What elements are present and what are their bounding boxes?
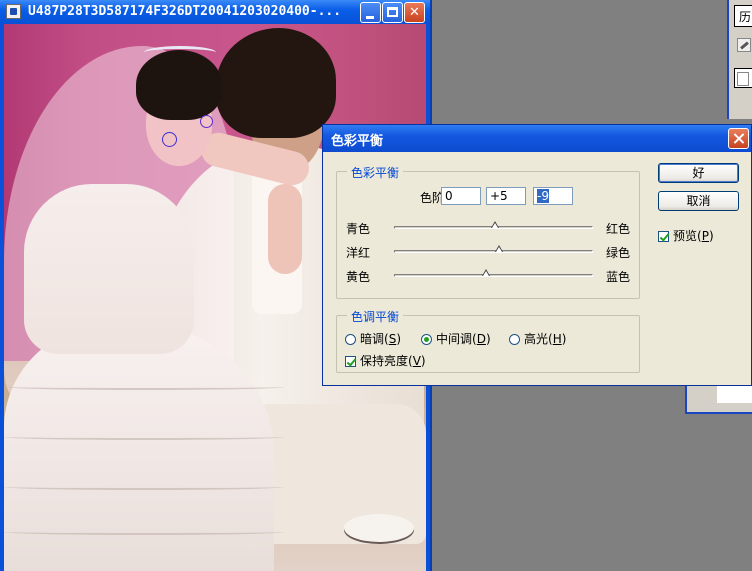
radio-circle-icon	[345, 334, 356, 345]
slider-thumb-cyan-red[interactable]	[490, 221, 499, 232]
history-brush-icon[interactable]	[737, 38, 751, 52]
radio-suffix: )	[561, 332, 567, 346]
checkbox-check-icon	[345, 356, 356, 367]
maximize-button[interactable]	[382, 2, 403, 23]
preview-checkbox[interactable]: 预览(P)	[658, 227, 714, 244]
radio-suffix: )	[485, 332, 491, 346]
close-icon: ✕	[409, 5, 420, 20]
groom-hair	[216, 28, 336, 138]
slider-thumb-yellow-blue[interactable]	[481, 269, 490, 280]
dialog-title: 色彩平衡	[331, 134, 384, 149]
history-tab[interactable]: 历	[734, 5, 752, 27]
radio-shadows[interactable]: 暗调(S)	[345, 330, 401, 347]
dialog-close-button[interactable]	[728, 128, 749, 149]
slider-track-cyan-red[interactable]	[394, 221, 593, 229]
history-snapshot-row[interactable]	[734, 68, 752, 88]
close-button[interactable]: ✕	[404, 2, 425, 23]
slider-track-magenta-green[interactable]	[394, 245, 593, 253]
slider-label-cyan: 青色	[346, 222, 371, 236]
document-title-bar[interactable]: U487P28T3D587174F326DT20041203020400-...…	[0, 0, 430, 24]
history-panel[interactable]: 历	[727, 0, 752, 119]
tone-balance-group-label: 色调平衡	[347, 308, 404, 325]
color-balance-dialog[interactable]: 色彩平衡 色彩平衡 色阶(L): 0 +5 -9 青色 红色 洋红 绿色 黄色 …	[322, 124, 752, 386]
document-title: U487P28T3D587174F326DT20041203020400-...	[28, 4, 342, 19]
selected-text: -9	[537, 189, 549, 203]
slider-thumb-magenta-green[interactable]	[495, 245, 504, 256]
bride-bodice	[24, 184, 194, 354]
slider-label-yellow: 黄色	[346, 270, 371, 284]
dress-ruffle	[4, 384, 284, 390]
checkbox-suffix: )	[420, 354, 426, 368]
radio-midtones[interactable]: 中间调(D)	[421, 330, 491, 347]
bride-tiara	[144, 46, 216, 59]
bride-hair	[136, 50, 222, 120]
level-input-cyan-red[interactable]: 0	[441, 187, 481, 205]
dress-ruffle	[4, 434, 284, 440]
slider-track-yellow-blue[interactable]	[394, 269, 593, 277]
lower-panel-field[interactable]	[717, 385, 752, 403]
slider-label-magenta: 洋红	[346, 246, 371, 260]
radio-key: H	[552, 332, 562, 346]
minimize-icon	[366, 16, 374, 19]
photoshop-document-icon[interactable]	[6, 4, 21, 19]
dress-ruffle	[4, 484, 284, 490]
checkbox-check-icon	[658, 231, 669, 242]
bride-forearm	[268, 184, 302, 274]
radio-label: 中间调(	[436, 332, 477, 346]
checkbox-key: V	[412, 354, 421, 368]
preserve-luminosity-checkbox[interactable]: 保持亮度(V)	[345, 352, 426, 369]
color-balance-group: 色彩平衡 色阶(L): 0 +5 -9 青色 红色 洋红 绿色 黄色 蓝色	[336, 164, 640, 299]
color-sampler-marker[interactable]	[200, 115, 213, 128]
dialog-title-bar[interactable]: 色彩平衡	[323, 125, 751, 152]
checkbox-suffix: )	[708, 229, 714, 243]
checkbox-label: 预览(	[673, 229, 702, 243]
slider-label-blue: 蓝色	[606, 270, 631, 284]
checkbox-key: P	[701, 229, 709, 243]
radio-circle-icon	[509, 334, 520, 345]
dress-ruffle	[4, 529, 284, 535]
radio-label: 高光(	[524, 332, 553, 346]
checkbox-label: 保持亮度(	[360, 354, 413, 368]
radio-key: D	[476, 332, 486, 346]
color-sampler-marker[interactable]	[162, 132, 177, 147]
radio-suffix: )	[396, 332, 401, 346]
cancel-button[interactable]: 取消	[658, 191, 739, 211]
tone-balance-group: 色调平衡 暗调(S) 中间调(D) 高光(H) 保持亮度(V)	[336, 308, 640, 373]
radio-label: 暗调(	[360, 332, 389, 346]
radio-circle-icon	[421, 334, 432, 345]
bride-dress	[4, 324, 284, 571]
level-input-magenta-green[interactable]: +5	[486, 187, 526, 205]
slider-label-red: 红色	[606, 222, 631, 236]
color-balance-group-label: 色彩平衡	[347, 164, 404, 181]
level-input-yellow-blue[interactable]: -9	[533, 187, 573, 205]
groom-shoe	[344, 514, 414, 542]
maximize-icon	[387, 7, 398, 17]
minimize-button[interactable]	[360, 2, 381, 23]
slider-label-green: 绿色	[606, 246, 631, 260]
radio-highlights[interactable]: 高光(H)	[509, 330, 566, 347]
ok-button[interactable]: 好	[658, 163, 739, 183]
